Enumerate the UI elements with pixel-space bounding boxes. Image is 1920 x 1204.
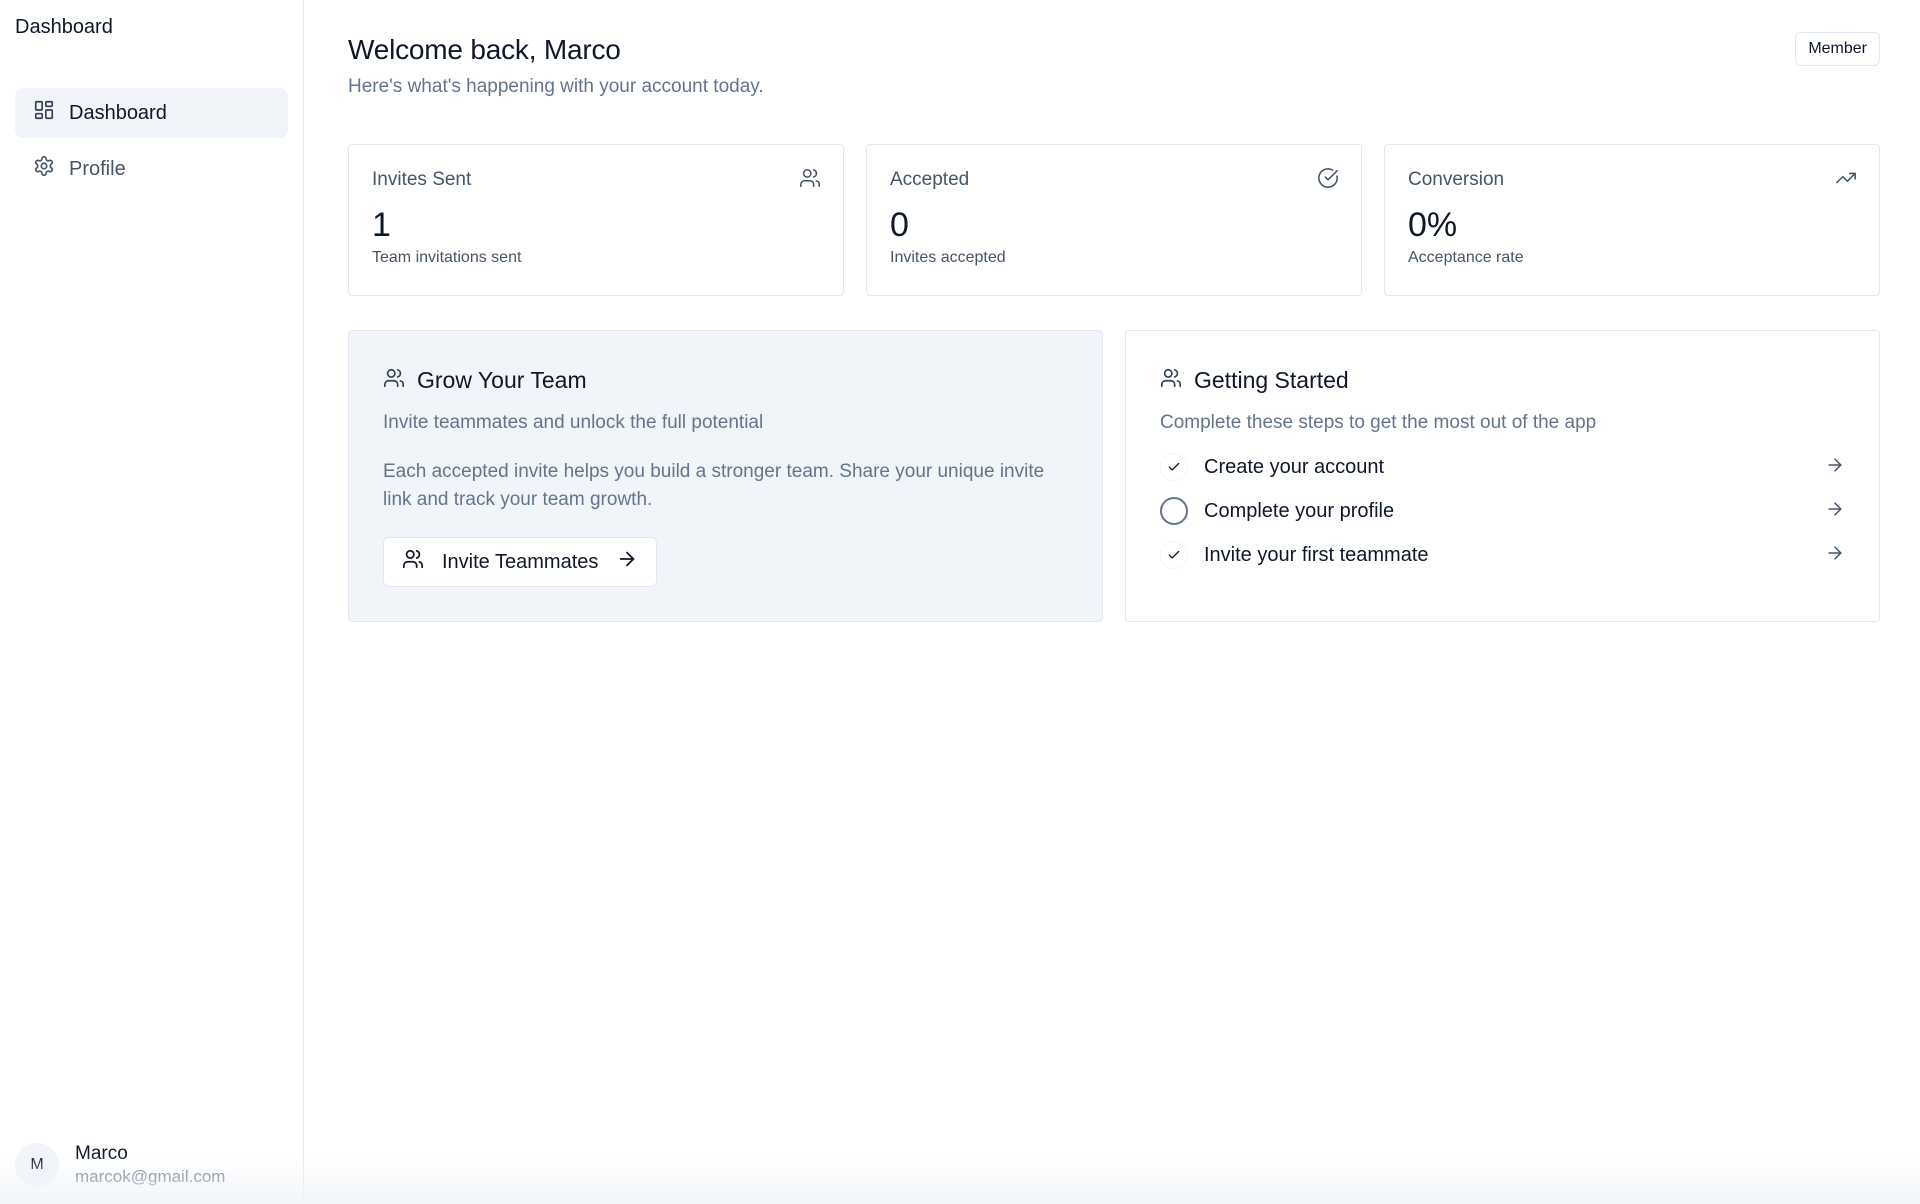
stat-card-accepted: Accepted 0 Invites accepted: [866, 144, 1362, 296]
step-complete-profile[interactable]: Complete your profile: [1160, 496, 1845, 526]
avatar: M: [15, 1143, 59, 1187]
invite-teammates-label: Invite Teammates: [442, 550, 599, 573]
users-icon: [1160, 367, 1182, 394]
sidebar-item-label: Profile: [69, 157, 126, 180]
step-label: Invite your first teammate: [1204, 543, 1429, 566]
arrow-right-icon: [1825, 455, 1845, 480]
sidebar-item-profile[interactable]: Profile: [15, 144, 288, 194]
sidebar: Dashboard Dashboard Profile M Marco marc…: [0, 0, 304, 1204]
step-label: Create your account: [1204, 455, 1385, 478]
main-content: Welcome back, Marco Here's what's happen…: [304, 0, 1920, 1204]
arrow-right-icon: [1825, 499, 1845, 524]
step-label: Complete your profile: [1204, 499, 1395, 522]
getting-started-title: Getting Started: [1194, 367, 1349, 393]
stat-label: Conversion: [1408, 169, 1505, 190]
page-subtitle: Here's what's happening with your accoun…: [348, 76, 764, 97]
grow-team-body: Each accepted invite helps you build a s…: [383, 461, 1045, 510]
getting-started-card: Getting Started Complete these steps to …: [1125, 330, 1880, 622]
stat-label: Invites Sent: [372, 169, 472, 190]
steps-list: Create your account Complete your profil…: [1160, 452, 1845, 570]
stats-row: Invites Sent 1 Team invitations sent Acc…: [348, 144, 1880, 296]
stat-description: Invites accepted: [890, 249, 1006, 266]
sidebar-item-dashboard[interactable]: Dashboard: [15, 88, 288, 138]
grow-team-subtitle: Invite teammates and unlock the full pot…: [383, 412, 764, 433]
stat-card-invites-sent: Invites Sent 1 Team invitations sent: [348, 144, 844, 296]
users-icon: [799, 167, 821, 189]
panels-row: Grow Your Team Invite teammates and unlo…: [348, 330, 1880, 622]
trending-up-icon: [1835, 167, 1857, 189]
invite-teammates-button[interactable]: Invite Teammates: [383, 537, 658, 587]
grow-team-header: Grow Your Team: [383, 367, 1068, 394]
page-header: Welcome back, Marco Here's what's happen…: [348, 0, 1880, 98]
step-invite-teammate[interactable]: Invite your first teammate: [1160, 540, 1845, 570]
stat-card-conversion: Conversion 0% Acceptance rate: [1384, 144, 1880, 296]
grow-team-card: Grow Your Team Invite teammates and unlo…: [348, 330, 1103, 622]
check-icon: [1160, 453, 1188, 481]
arrow-right-icon: [616, 548, 638, 576]
step-create-account[interactable]: Create your account: [1160, 452, 1845, 482]
users-icon: [383, 367, 405, 394]
app-root: Dashboard Dashboard Profile M Marco marc…: [0, 0, 1920, 1204]
stat-value: 0: [890, 206, 909, 244]
check-circle-icon: [1317, 167, 1339, 189]
sidebar-nav: Dashboard Profile: [15, 88, 288, 194]
stat-description: Acceptance rate: [1408, 249, 1524, 266]
role-badge: Member: [1795, 32, 1880, 66]
stat-value: 0%: [1408, 206, 1458, 244]
gear-icon: [33, 155, 55, 183]
sidebar-title: Dashboard: [15, 16, 113, 38]
getting-started-header: Getting Started: [1160, 367, 1845, 394]
grow-team-title: Grow Your Team: [417, 367, 587, 393]
user-account[interactable]: M Marco marcok@gmail.com: [15, 1142, 225, 1188]
empty-circle-icon: [1160, 497, 1188, 525]
stat-value: 1: [372, 206, 391, 244]
stat-label: Accepted: [890, 169, 970, 190]
layout-grid-icon: [33, 99, 55, 127]
user-email: marcok@gmail.com: [75, 1167, 226, 1186]
user-info: Marco marcok@gmail.com: [75, 1142, 225, 1188]
getting-started-subtitle: Complete these steps to get the most out…: [1160, 412, 1597, 433]
user-name: Marco: [75, 1143, 128, 1164]
check-icon: [1160, 541, 1188, 569]
users-icon: [402, 548, 424, 576]
stat-description: Team invitations sent: [372, 249, 522, 266]
arrow-right-icon: [1825, 543, 1845, 568]
page-title: Welcome back, Marco: [348, 34, 621, 65]
sidebar-item-label: Dashboard: [69, 101, 167, 124]
